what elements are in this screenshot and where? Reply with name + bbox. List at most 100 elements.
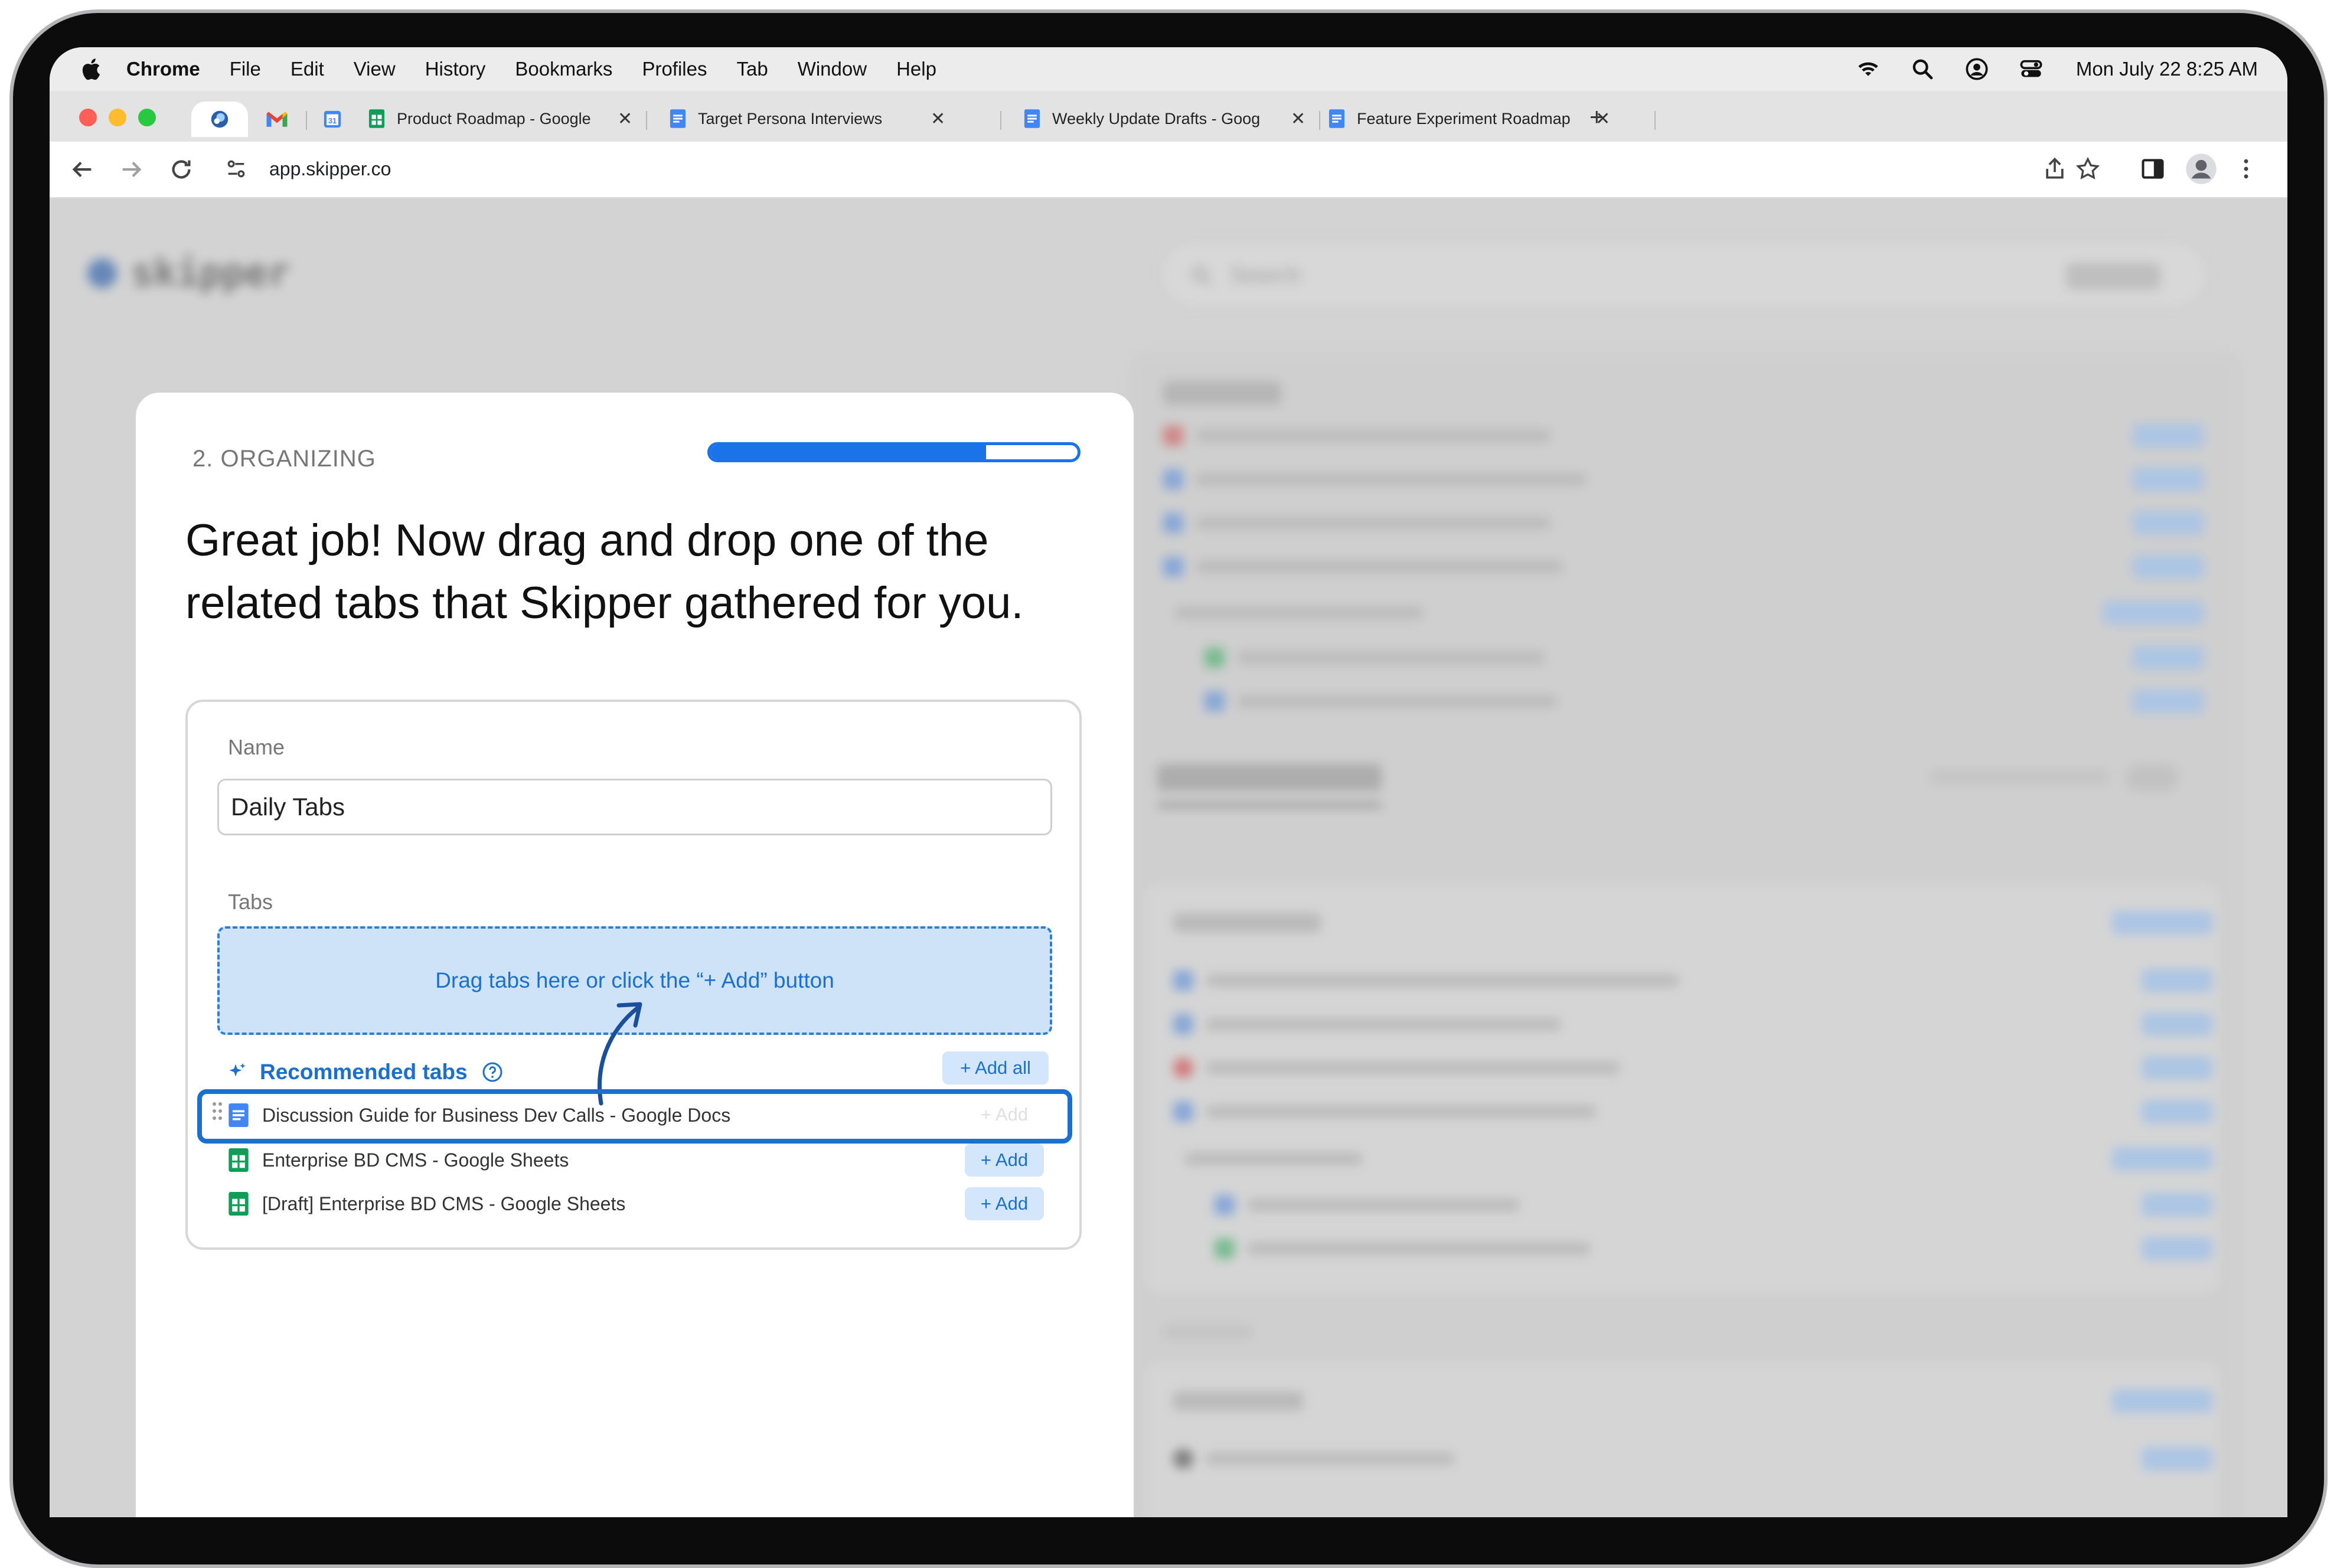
add-button[interactable] <box>2133 690 2204 713</box>
close-tab-icon[interactable]: ✕ <box>1291 109 1305 129</box>
tab-target-persona-interviews[interactable]: Target Persona Interviews ✕ <box>668 100 999 137</box>
add-tab-button[interactable]: + Add <box>965 1100 1044 1129</box>
gmail-icon <box>1163 426 1183 446</box>
add-button[interactable] <box>2142 1237 2212 1260</box>
drag-handle-icon[interactable] <box>211 1101 223 1121</box>
recommended-tab-title: Discussion Guide for Business Dev Calls … <box>262 1104 731 1126</box>
add-button[interactable] <box>2133 424 2204 447</box>
reload-icon[interactable] <box>168 156 195 183</box>
pinned-tab-gmail[interactable] <box>256 102 298 137</box>
menu-help[interactable]: Help <box>896 58 936 80</box>
menu-view[interactable]: View <box>354 58 396 80</box>
menu-app-chrome[interactable]: Chrome <box>126 58 200 80</box>
spotlight-search-icon[interactable] <box>1911 57 1934 81</box>
tab-separator <box>1319 111 1320 130</box>
close-tab-icon[interactable]: ✕ <box>618 109 632 129</box>
add-button[interactable] <box>2133 511 2204 535</box>
docs-icon <box>670 109 686 128</box>
user-account-icon[interactable] <box>1965 57 1989 81</box>
pinned-tab-skipper[interactable] <box>191 102 248 137</box>
active-tab-underline <box>1157 803 1382 808</box>
control-center-icon[interactable] <box>2019 57 2043 81</box>
menu-bar-clock[interactable]: Mon July 22 8:25 AM <box>2076 58 2258 80</box>
new-tab-button[interactable]: + <box>1589 103 1604 131</box>
list-item <box>1163 424 1577 447</box>
add-tab-button[interactable]: + Add <box>965 1144 1044 1177</box>
close-window-button[interactable] <box>79 109 97 126</box>
side-panel-icon[interactable] <box>2140 156 2166 182</box>
list-item <box>1215 1237 1616 1260</box>
sheets-icon <box>1215 1239 1235 1259</box>
tab-product-roadmap[interactable]: Product Roadmap - Google ✕ <box>367 100 645 137</box>
recommended-tab-item[interactable]: Enterprise BD CMS - Google Sheets <box>227 1142 569 1178</box>
list-item <box>1175 601 1482 625</box>
add-button[interactable] <box>2142 1447 2212 1471</box>
name-label: Name <box>228 735 285 759</box>
window-controls <box>79 109 168 126</box>
recommended-tabs-label: Recommended tabs <box>260 1060 468 1084</box>
add-button[interactable] <box>2133 646 2204 669</box>
add-all-button[interactable] <box>2112 911 2212 935</box>
add-button[interactable] <box>2142 1056 2212 1080</box>
add-button[interactable] <box>2142 1012 2212 1036</box>
more-menu-icon[interactable] <box>2233 156 2259 182</box>
recommended-tab-title: [Draft] Enterprise BD CMS - Google Sheet… <box>262 1193 626 1214</box>
recommended-tab-item[interactable]: Discussion Guide for Business Dev Calls … <box>227 1097 730 1133</box>
list-item <box>1163 511 1577 535</box>
tab-weekly-update-drafts[interactable]: Weekly Update Drafts - Goog ✕ <box>1023 100 1318 137</box>
help-icon[interactable] <box>482 1061 503 1083</box>
pinned-tab-calendar[interactable]: 31 <box>312 102 353 137</box>
add-all-button[interactable] <box>2112 1147 2212 1171</box>
add-button[interactable] <box>2142 1100 2212 1123</box>
add-tab-button[interactable]: + Add <box>965 1187 1044 1220</box>
minimize-window-button[interactable] <box>109 109 126 126</box>
menu-edit[interactable]: Edit <box>291 58 324 80</box>
progress-fill <box>710 445 986 459</box>
add-all-button[interactable] <box>2103 601 2204 625</box>
bookmark-star-icon[interactable] <box>2075 156 2101 182</box>
add-all-button[interactable]: + Add all <box>942 1051 1049 1084</box>
menu-profiles[interactable]: Profiles <box>642 58 707 80</box>
status-area: Mon July 22 8:25 AM <box>1826 47 2258 91</box>
apple-icon[interactable] <box>79 57 102 81</box>
menu-history[interactable]: History <box>425 58 486 80</box>
toggle-switch[interactable] <box>2126 764 2179 791</box>
menu-tab[interactable]: Tab <box>736 58 768 80</box>
menu-file[interactable]: File <box>230 58 261 80</box>
add-button[interactable] <box>2133 555 2204 579</box>
menu-window[interactable]: Window <box>798 58 867 80</box>
list-item <box>1185 1147 1421 1171</box>
tabs-label: Tabs <box>228 890 273 914</box>
maximize-window-button[interactable] <box>138 109 156 126</box>
forward-icon[interactable] <box>118 156 145 183</box>
add-button[interactable] <box>2133 468 2204 491</box>
sheets-icon <box>229 1148 249 1172</box>
list-item <box>1163 468 1612 491</box>
screen: Chrome File Edit View History Bookmarks … <box>50 47 2287 1517</box>
menu-bookmarks[interactable]: Bookmarks <box>515 58 612 80</box>
all-saved-tabs-heading <box>1157 764 1382 791</box>
app-search-bar[interactable]: Search <box>1158 240 2209 309</box>
share-icon[interactable] <box>2042 156 2068 182</box>
browser-toolbar: app.skipper.co <box>50 142 2287 198</box>
add-button[interactable] <box>2142 969 2212 992</box>
wifi-icon[interactable] <box>1856 57 1880 81</box>
back-icon[interactable] <box>68 156 96 183</box>
open-tabs-panel <box>1128 351 2244 1517</box>
profile-avatar-icon[interactable] <box>2185 152 2218 185</box>
tab-separator <box>646 111 647 130</box>
docs-icon <box>1329 109 1345 128</box>
add-all-button[interactable] <box>2112 1389 2212 1413</box>
docs-icon <box>1173 971 1193 991</box>
collection-name-input[interactable]: Daily Tabs <box>217 779 1052 835</box>
recommended-tab-item[interactable]: [Draft] Enterprise BD CMS - Google Sheet… <box>227 1186 625 1221</box>
site-info-icon[interactable] <box>224 157 248 181</box>
search-shortcut-badge <box>2066 263 2160 290</box>
address-bar-url[interactable]: app.skipper.co <box>269 155 391 183</box>
close-tab-icon[interactable]: ✕ <box>931 109 945 129</box>
add-button[interactable] <box>2142 1193 2212 1217</box>
calendar-icon <box>1163 469 1183 489</box>
gmail-icon <box>266 112 288 127</box>
recommended-tabs-header: Recommended tabs <box>227 1060 503 1084</box>
search-placeholder: Search <box>1230 263 1301 288</box>
